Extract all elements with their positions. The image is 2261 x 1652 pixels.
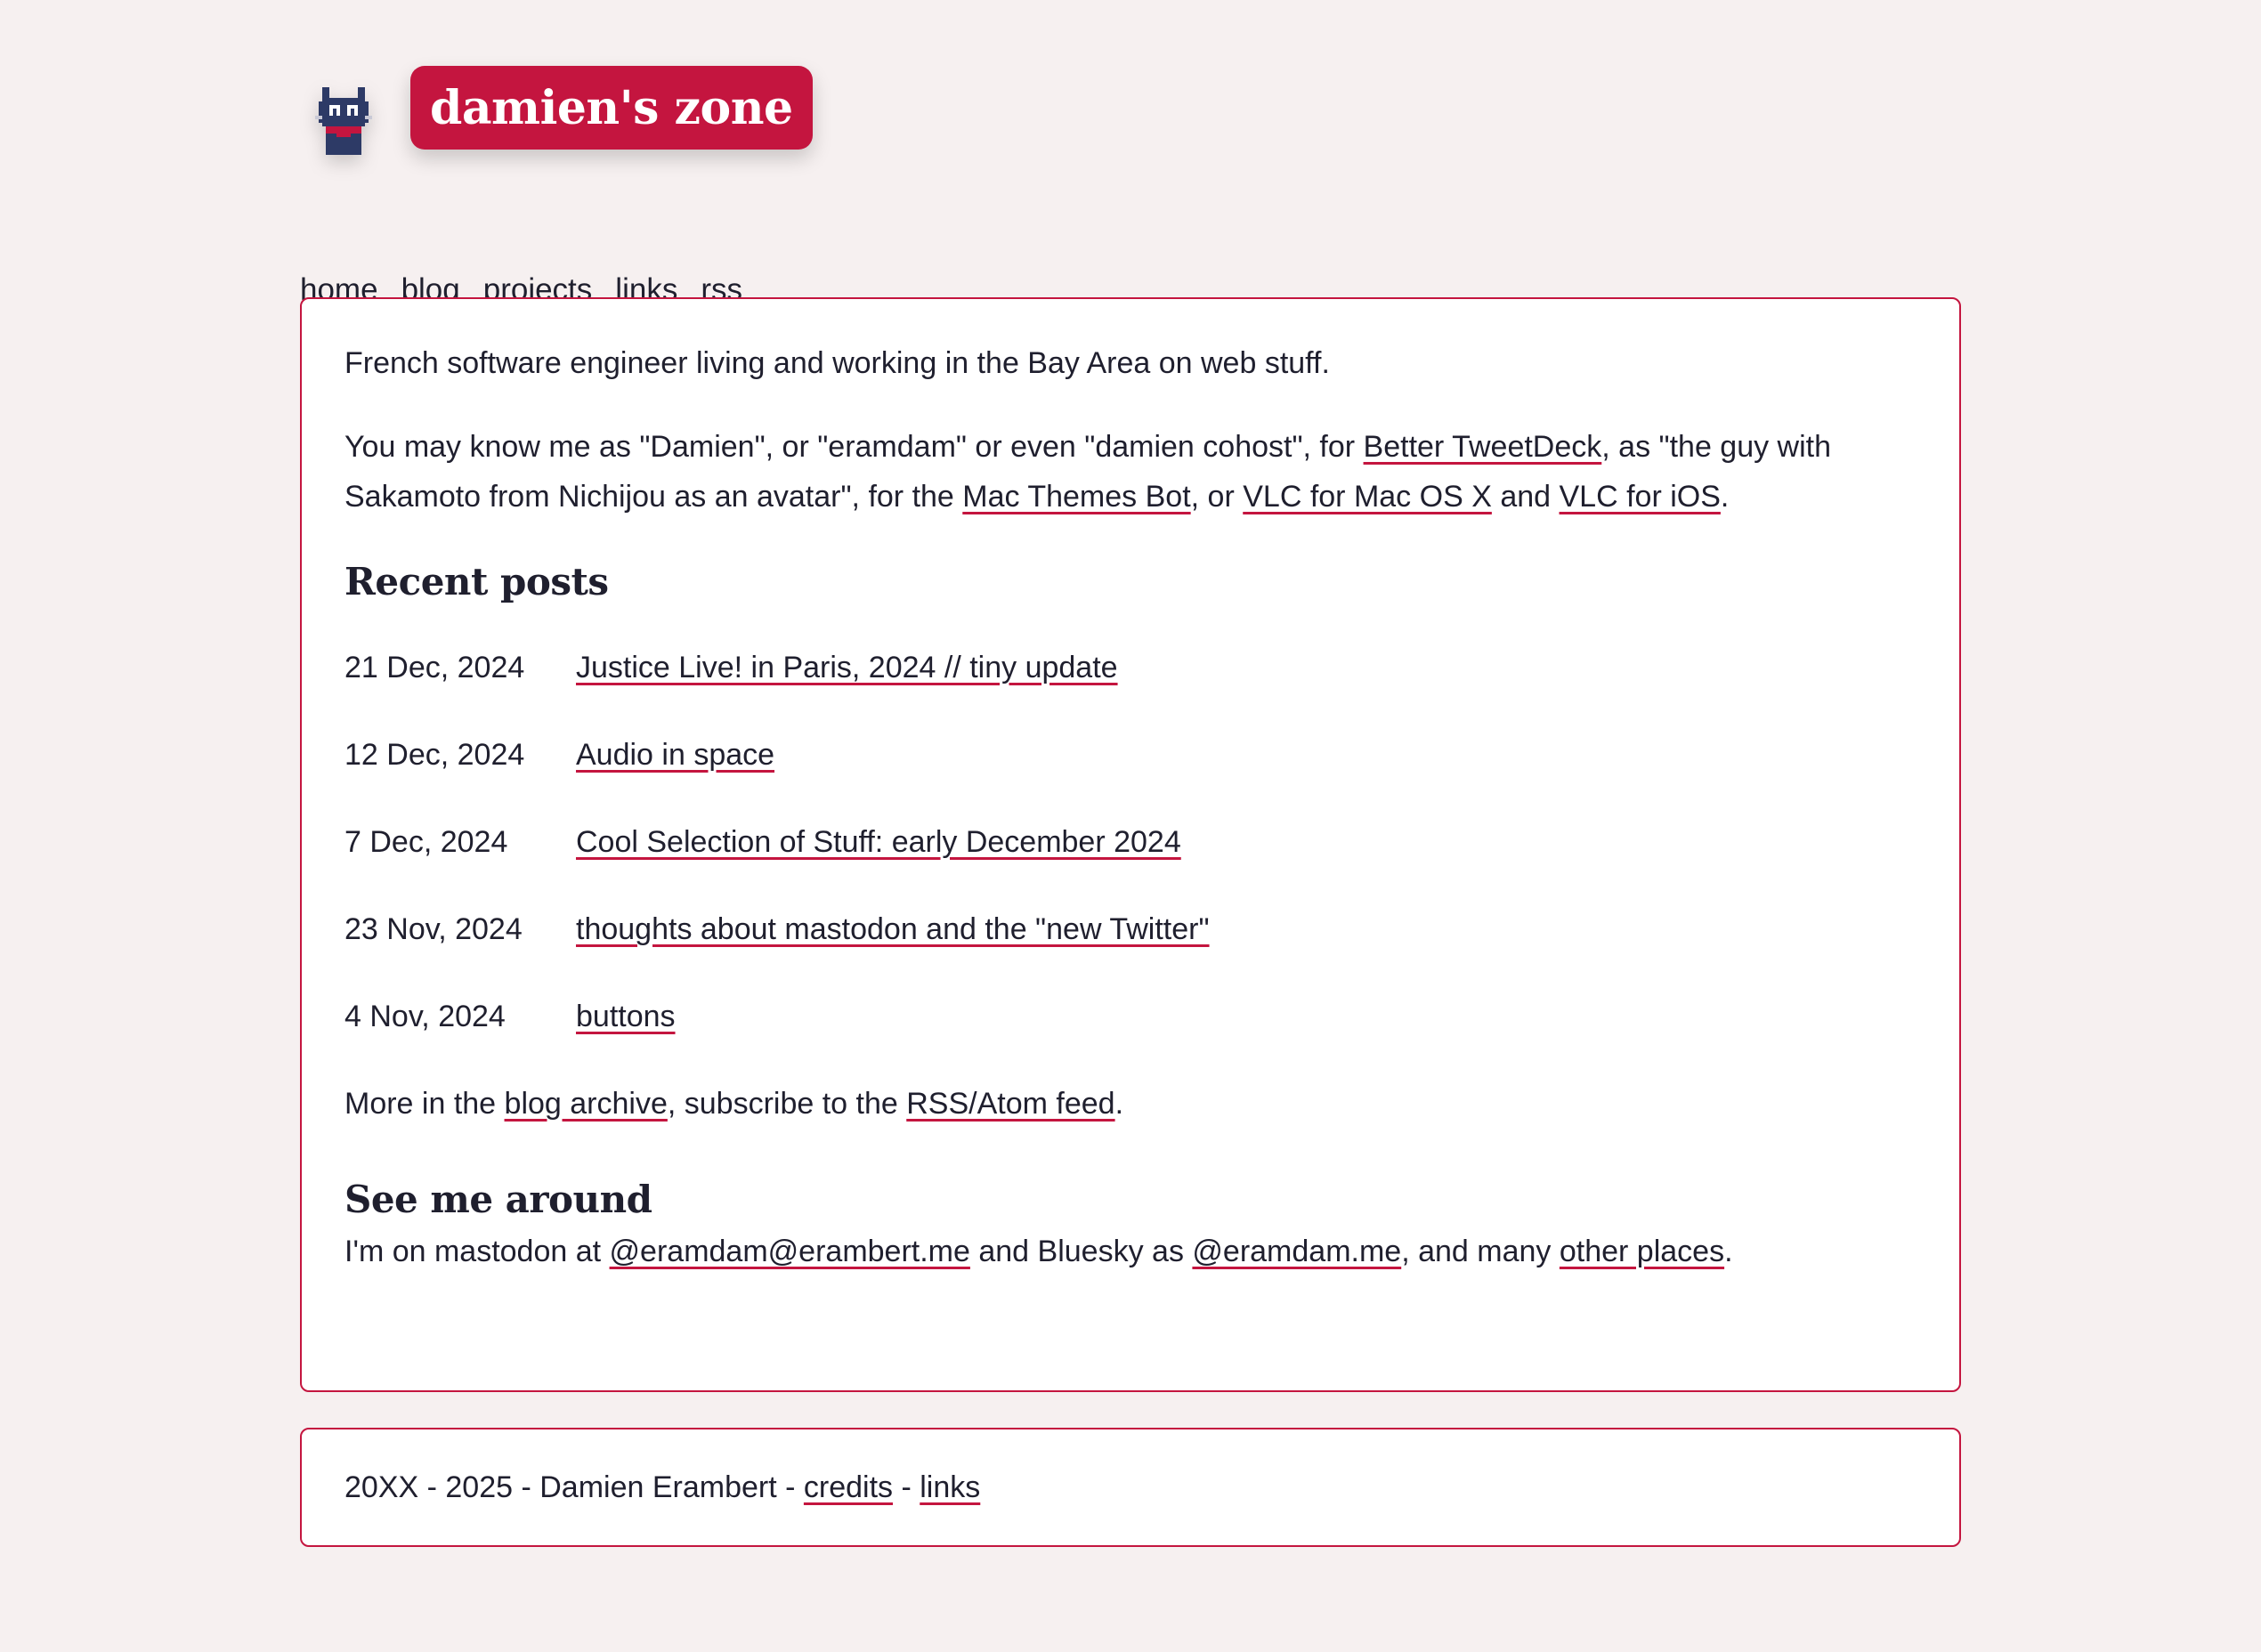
- site-header: damien's zone: [300, 62, 1961, 160]
- text-segment: , and many: [1401, 1235, 1560, 1268]
- intro-paragraph: French software engineer living and work…: [344, 346, 1330, 380]
- post-date: 4 Nov, 2024: [344, 1000, 506, 1033]
- recent-posts-list: 21 Dec, 2024 Justice Live! in Paris, 202…: [344, 643, 1917, 1079]
- better-tweetdeck-link[interactable]: Better TweetDeck: [1364, 430, 1602, 464]
- text-segment: , or: [1190, 480, 1244, 514]
- text-segment: , subscribe to the: [667, 1087, 907, 1121]
- post-row: 23 Nov, 2024 thoughts about mastodon and…: [344, 904, 1917, 992]
- post-date: 23 Nov, 2024: [344, 912, 523, 946]
- mac-themes-bot-link[interactable]: Mac Themes Bot: [962, 480, 1190, 514]
- other-places-link[interactable]: other places: [1560, 1235, 1724, 1268]
- text-segment: You may know me as "Damien", or "eramdam…: [344, 430, 1364, 464]
- post-row: 21 Dec, 2024 Justice Live! in Paris, 202…: [344, 643, 1917, 730]
- blog-archive-link[interactable]: blog archive: [505, 1087, 668, 1121]
- text-segment: and Bluesky as: [969, 1235, 1193, 1268]
- site-footer: 20XX - 2025 - Damien Erambert - credits …: [300, 1428, 1961, 1547]
- footer-links-link[interactable]: links: [920, 1470, 980, 1504]
- mastodon-link[interactable]: @eramdam@erambert.me: [610, 1235, 970, 1268]
- post-title-link[interactable]: buttons: [576, 992, 676, 1041]
- post-title-link[interactable]: thoughts about mastodon and the "new Twi…: [576, 904, 1210, 954]
- vlc-mac-link[interactable]: VLC for Mac OS X: [1243, 480, 1492, 514]
- post-title-link[interactable]: Audio in space: [576, 730, 774, 780]
- more-posts-paragraph: More in the blog archive, subscribe to t…: [344, 1079, 1917, 1129]
- text-segment: 20XX - 2025 - Damien Erambert -: [344, 1470, 804, 1504]
- post-date: 12 Dec, 2024: [344, 738, 525, 772]
- vlc-ios-link[interactable]: VLC for iOS: [1560, 480, 1721, 514]
- post-title-link[interactable]: Cool Selection of Stuff: early December …: [576, 817, 1181, 867]
- post-date: 7 Dec, 2024: [344, 825, 508, 859]
- bluesky-link[interactable]: @eramdam.me: [1192, 1235, 1401, 1268]
- see-me-around-heading: See me around: [344, 1178, 652, 1221]
- footer-text: 20XX - 2025 - Damien Erambert - credits …: [344, 1470, 980, 1505]
- page-container: damien's zone home blog projects links r…: [300, 62, 1961, 1547]
- social-paragraph: I'm on mastodon at @eramdam@erambert.me …: [344, 1227, 1917, 1276]
- post-row: 12 Dec, 2024 Audio in space: [344, 730, 1917, 817]
- site-title: damien's zone: [430, 80, 793, 135]
- recent-posts-heading: Recent posts: [344, 560, 609, 603]
- credits-link[interactable]: credits: [804, 1470, 893, 1504]
- text-segment: I'm on mastodon at: [344, 1235, 610, 1268]
- text-segment: More in the: [344, 1087, 505, 1121]
- site-logo[interactable]: damien's zone: [410, 66, 813, 150]
- post-row: 7 Dec, 2024 Cool Selection of Stuff: ear…: [344, 817, 1917, 904]
- pixel-cat-avatar-icon[interactable]: [314, 80, 373, 158]
- rss-atom-feed-link[interactable]: RSS/Atom feed: [906, 1087, 1114, 1121]
- text-segment: and: [1491, 480, 1560, 514]
- text-segment: .: [1114, 1087, 1124, 1121]
- post-date: 21 Dec, 2024: [344, 651, 525, 684]
- text-segment: .: [1724, 1235, 1733, 1268]
- text-segment: .: [1720, 480, 1730, 514]
- post-title-link[interactable]: Justice Live! in Paris, 2024 // tiny upd…: [576, 643, 1118, 692]
- post-row: 4 Nov, 2024 buttons: [344, 992, 1917, 1079]
- known-as-paragraph: You may know me as "Damien", or "eramdam…: [344, 422, 1917, 522]
- main-content-card: French software engineer living and work…: [300, 297, 1961, 1392]
- text-segment: -: [893, 1470, 920, 1504]
